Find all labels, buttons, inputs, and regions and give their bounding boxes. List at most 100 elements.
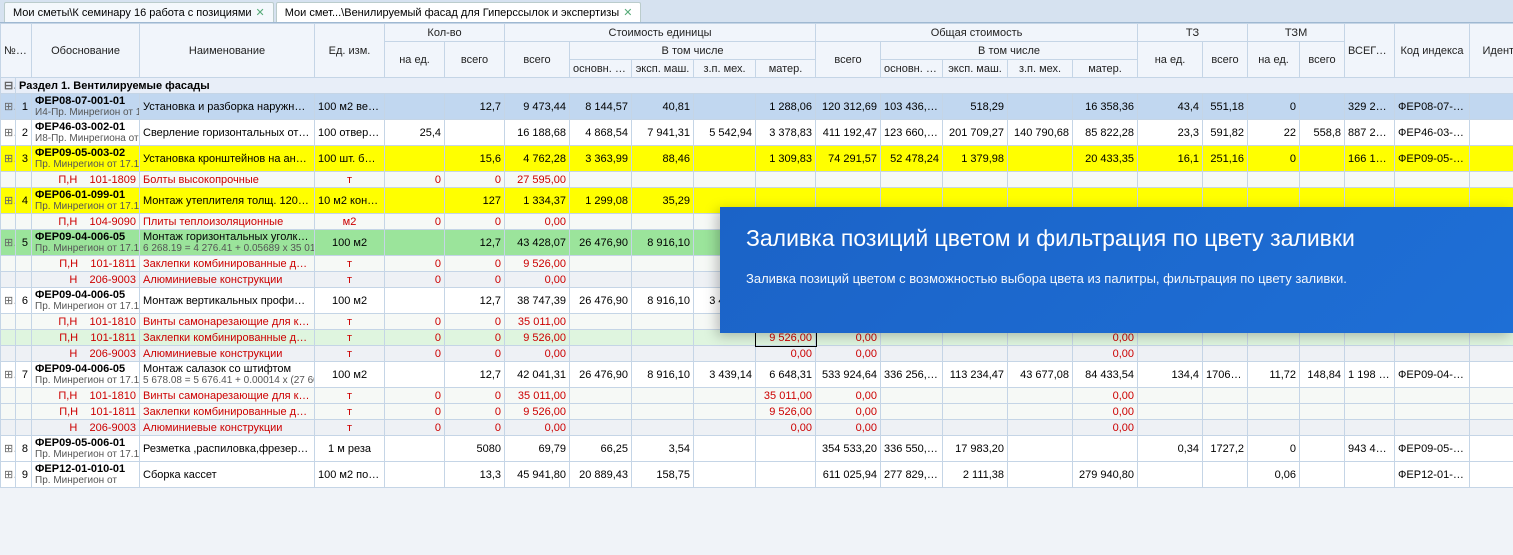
cell-v: 0,00: [505, 214, 570, 230]
cell-mt: 6 648,31: [756, 362, 816, 388]
col-tzm[interactable]: ТЗМ: [1248, 24, 1345, 42]
col-obst[interactable]: Общая стоимость: [816, 24, 1138, 42]
cell-naed: 0: [385, 256, 445, 272]
table-row[interactable]: ⊞8ФЕР09-05-006-01Пр. Минрегион от 17.11.…: [1, 436, 1513, 462]
cell-kod: ФЕР08-07-001-01: [1395, 94, 1470, 120]
cell-osn: 3 363,99: [570, 146, 632, 172]
expand-icon[interactable]: ⊞: [1, 288, 16, 314]
row-name: Алюминиевые конструкции: [140, 346, 315, 362]
col-tme[interactable]: на ед.: [1248, 42, 1300, 78]
expand-icon[interactable]: ⊞: [1, 230, 16, 256]
col-vtc2[interactable]: В том числе: [881, 42, 1138, 60]
table-row[interactable]: П,Н 101-1811Заклепки комбинированные для…: [1, 404, 1513, 420]
cell-ed: т: [315, 388, 385, 404]
col-ident[interactable]: Идентифи катор: [1470, 24, 1513, 78]
row-obosn: ФЕР12-01-010-01Пр. Минрегион от: [32, 462, 140, 488]
cell-ov: 0,00: [816, 404, 881, 420]
col-osn2[interactable]: основн. з.п.: [881, 60, 943, 78]
cell-v: 9 526,00: [505, 256, 570, 272]
cell-osn: [570, 330, 632, 346]
table-row[interactable]: ⊞3ФЕР09-05-003-02Пр. Минрегион от 17.11.…: [1, 146, 1513, 172]
cell-mt: [756, 436, 816, 462]
col-eksp2[interactable]: эксп. маш.: [943, 60, 1008, 78]
expand-icon[interactable]: ⊞: [1, 146, 16, 172]
expand-icon[interactable]: ⊞: [1, 462, 16, 488]
col-kod[interactable]: Код индекса: [1395, 24, 1470, 78]
expand-icon[interactable]: ⊞: [1, 120, 16, 146]
cell-osn: 26 476,90: [570, 230, 632, 256]
col-osn[interactable]: основн. з.п.: [570, 60, 632, 78]
cell-v: 9 526,00: [505, 330, 570, 346]
col-npp[interactable]: № п.п: [1, 24, 32, 78]
cell-naed: [385, 288, 445, 314]
tab-2[interactable]: Мои смет...\Венилируемый фасад для Гипер…: [276, 2, 642, 22]
col-mat[interactable]: матер.: [756, 60, 816, 78]
table-row[interactable]: ⊞2ФЕР46-03-002-01И8-Пр. Минрегиона от 29…: [1, 120, 1513, 146]
cell-ov: 74 291,57: [816, 146, 881, 172]
col-obosn[interactable]: Обоснование: [32, 24, 140, 78]
expand-icon[interactable]: ⊞: [1, 362, 16, 388]
col-mex[interactable]: з.п. мех.: [694, 60, 756, 78]
table-row[interactable]: Н 206-9003Алюминиевые конструкциит000,00…: [1, 420, 1513, 436]
cell-ek: [632, 420, 694, 436]
col-sted[interactable]: Стоимость единицы: [505, 24, 816, 42]
col-naim[interactable]: Наименование: [140, 24, 315, 78]
table-row[interactable]: ⊞7ФЕР09-04-006-05Пр. Минрегион от 17.11.…: [1, 362, 1513, 388]
cell-kv: 0: [445, 330, 505, 346]
table-row[interactable]: П,Н 101-1810Винты самонарезающие для кре…: [1, 388, 1513, 404]
close-icon[interactable]: ✕: [623, 6, 632, 19]
table-row[interactable]: Н 206-9003Алюминиевые конструкциит000,00…: [1, 346, 1513, 362]
cell-osn: 20 889,43: [570, 462, 632, 488]
cell-oos: [881, 420, 943, 436]
expand-icon[interactable]: ⊞: [1, 188, 16, 214]
col-vsego[interactable]: всего: [445, 42, 505, 78]
cell-ek: 8 916,10: [632, 230, 694, 256]
table-row[interactable]: ⊞1ФЕР08-07-001-01И4-Пр. Минрегион от 13.…: [1, 94, 1513, 120]
col-mat2[interactable]: матер.: [1073, 60, 1138, 78]
row-name: Сверление горизонтальных отверстий глуби…: [140, 120, 315, 146]
cell-tzv: [1203, 404, 1248, 420]
col-tz[interactable]: ТЗ: [1138, 24, 1248, 42]
cell-mx: 5 542,94: [694, 120, 756, 146]
col-tze[interactable]: на ед.: [1138, 42, 1203, 78]
cell-ed: т: [315, 172, 385, 188]
col-tmv[interactable]: всего: [1300, 42, 1345, 78]
col-kolvo[interactable]: Кол-во: [385, 24, 505, 42]
row-name: Винты самонарезающие для крепле: [140, 388, 315, 404]
cell-tze: 43,4: [1138, 94, 1203, 120]
cell-omx: 43 677,08: [1008, 362, 1073, 388]
cell-ek: 158,75: [632, 462, 694, 488]
cell-kod: [1395, 172, 1470, 188]
col-mex2[interactable]: з.п. мех.: [1008, 60, 1073, 78]
cell-tmv: [1300, 388, 1345, 404]
cell-mx: [694, 346, 756, 362]
collapse-icon[interactable]: ⊟: [1, 78, 16, 94]
cell-mx: [694, 420, 756, 436]
table-row[interactable]: П,Н 101-1809Болты высокопрочныет0027 595…: [1, 172, 1513, 188]
cell-kod: [1395, 388, 1470, 404]
cell-tmv: [1300, 146, 1345, 172]
col-ed[interactable]: Ед. изм.: [315, 24, 385, 78]
cell-oos: [881, 172, 943, 188]
row-name: Винты самонарезающие для крепле: [140, 314, 315, 330]
expand-icon[interactable]: ⊞: [1, 94, 16, 120]
close-icon[interactable]: ✕: [256, 6, 265, 19]
cell-omx: 140 790,68: [1008, 120, 1073, 146]
col-tzv[interactable]: всего: [1203, 42, 1248, 78]
overlay-body: Заливка позиций цветом с возможностью вы…: [746, 270, 1487, 288]
tab-1[interactable]: Мои сметы\К семинару 16 работа с позиция…: [4, 2, 274, 22]
row-obosn: ФЕР09-05-006-01Пр. Минрегион от 17.11.08…: [32, 436, 140, 462]
col-vtc[interactable]: В том числе: [570, 42, 816, 60]
cell-tzv: 1727,2: [1203, 436, 1248, 462]
col-vsego3[interactable]: всего: [816, 42, 881, 78]
section-row[interactable]: ⊟ Раздел 1. Вентилируемые фасады: [1, 78, 1513, 94]
col-eksp[interactable]: эксп. маш.: [632, 60, 694, 78]
table-row[interactable]: ⊞9ФЕР12-01-010-01Пр. Минрегион отСборка …: [1, 462, 1513, 488]
col-vsegozat[interactable]: ВСЕГО затрат: [1345, 24, 1395, 78]
cell-oos: 336 256,63: [881, 362, 943, 388]
cell-omx: [1008, 172, 1073, 188]
expand-icon[interactable]: ⊞: [1, 436, 16, 462]
col-vsego2[interactable]: всего: [505, 42, 570, 78]
col-naed[interactable]: на ед.: [385, 42, 445, 78]
row-name: Резметка ,распиловка,фрезеровка листов: [140, 436, 315, 462]
